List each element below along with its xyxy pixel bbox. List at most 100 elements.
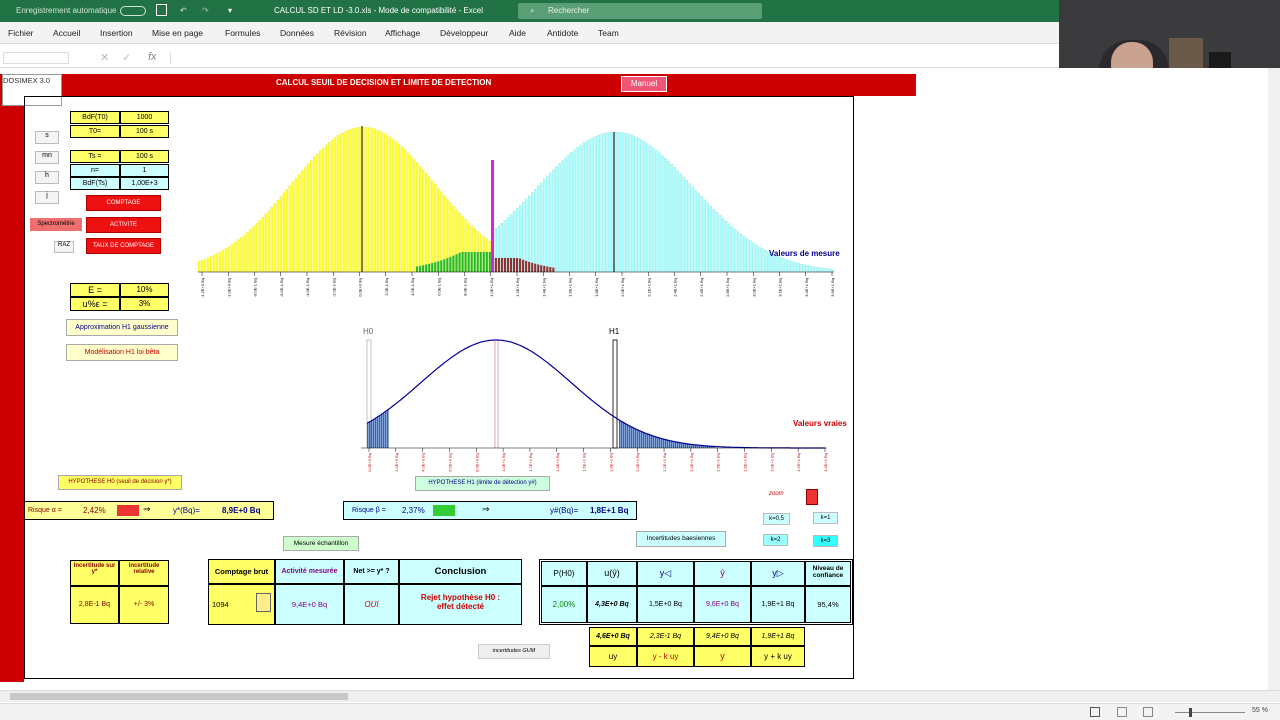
blank-bar-23 <box>267 210 270 273</box>
t2-tick-label-2: 4.0E+0 Bq <box>421 453 426 472</box>
blank-bar-41 <box>322 147 325 273</box>
blank-bar-33 <box>297 174 301 273</box>
blank-bar-156 <box>670 164 673 273</box>
k-3-button[interactable]: k=3 <box>813 535 838 547</box>
tail-bar-28 <box>383 413 385 448</box>
risk-alpha-row: Risque α = 2,42% ⇒ y*(Bq)= 8,9E+0 Bq <box>24 501 274 520</box>
tab-developpeur[interactable]: Développeur <box>440 28 488 38</box>
tab-accueil[interactable]: Accueil <box>53 28 80 38</box>
blank-bar-15 <box>243 234 246 273</box>
banner-title: CALCUL SEUIL DE DECISION ET LIMITE DE DE… <box>276 78 492 87</box>
autosave-label: Enregistrement automatique <box>16 6 117 15</box>
tab-mise-en-page[interactable]: Mise en page <box>152 28 203 38</box>
blank-bar-203 <box>812 266 816 273</box>
spectrometrie-button[interactable]: Spectrométrie <box>30 218 82 231</box>
tab-donnees[interactable]: Données <box>280 28 314 38</box>
tab-aide[interactable]: Aide <box>509 28 526 38</box>
taux-comptage-button[interactable]: TAUX DE COMPTAGE <box>86 238 161 254</box>
k-2-button[interactable]: k=2 <box>763 534 788 546</box>
enter-icon[interactable]: ✓ <box>122 51 131 64</box>
tab-revision[interactable]: Révision <box>334 28 367 38</box>
unit-s-button[interactable]: s <box>35 131 59 144</box>
overlap-bar-77 <box>431 263 434 272</box>
tab-team[interactable]: Team <box>598 28 619 38</box>
bayesian-uncertainty-button[interactable]: Incertitudes baesiennes <box>636 531 726 547</box>
overlap-bar-73 <box>419 265 422 272</box>
function-icon[interactable]: fx <box>148 51 157 63</box>
blank-bar-22 <box>264 213 267 273</box>
risk-alpha-spinner[interactable] <box>117 505 139 516</box>
efficiency-label: E = <box>70 283 120 297</box>
zoom-spinner[interactable] <box>806 489 818 505</box>
efficiency-value[interactable]: 10% <box>120 283 169 297</box>
page-break-icon[interactable] <box>1143 707 1153 717</box>
vertical-scrollbar[interactable] <box>1268 68 1280 690</box>
tick-label-10: 8.0E-1 Bq <box>463 278 468 296</box>
undo-icon[interactable]: ↶ <box>180 0 187 22</box>
blank-bar-40 <box>319 150 322 273</box>
search-input[interactable]: ⌕ Rechercher <box>518 3 762 19</box>
tab-antidote[interactable]: Antidote <box>547 28 578 38</box>
customize-icon[interactable]: ▾ <box>228 0 232 22</box>
tick-label-12: 1.2E+1 Bq <box>515 278 520 297</box>
n-value[interactable]: 1 <box>120 164 169 177</box>
t2-tick-label-7: 1.4E+1 Bq <box>555 453 560 472</box>
gum-uncertainty-button[interactable]: incertitudes GUM <box>478 644 550 659</box>
zoom-slider-thumb[interactable] <box>1189 708 1192 717</box>
left-red-bar <box>0 74 24 682</box>
unit-mn-button[interactable]: mn <box>35 151 59 164</box>
risk-beta-spinner[interactable] <box>433 505 455 516</box>
measurement-chart: -1.2E+0 Bq -1.0E+0 Bq -8.0E-1 Bq -6.0E-1 Bq… <box>197 126 840 298</box>
mesure-echantillon-button[interactable]: Mesure échantillon <box>283 536 359 551</box>
normal-view-icon[interactable] <box>1090 707 1100 717</box>
unit-h-button[interactable]: h <box>35 171 59 184</box>
k-05-button[interactable]: k=0,5 <box>763 513 790 525</box>
formula-bar: ✕ ✓ fx <box>0 48 1060 68</box>
scrollbar-thumb[interactable] <box>10 693 348 700</box>
blank-bar-173 <box>721 218 725 273</box>
t2-tick-label-6: 1.2E+1 Bq <box>528 453 533 472</box>
blank-bar-133 <box>600 133 604 273</box>
tab-fichier[interactable]: Fichier <box>8 28 34 38</box>
formula-input[interactable] <box>170 52 1058 64</box>
blank-bar-132 <box>597 134 600 273</box>
bdf-value[interactable]: 1000 <box>120 111 169 124</box>
tab-formules[interactable]: Formules <box>225 28 260 38</box>
unit-j-button[interactable]: j <box>35 191 59 204</box>
save-icon[interactable] <box>156 4 167 16</box>
status-bar: 55 % <box>0 703 1280 720</box>
k-1-button[interactable]: k=1 <box>813 512 838 524</box>
redo-icon[interactable]: ↷ <box>202 0 209 22</box>
page-layout-icon[interactable] <box>1117 707 1127 717</box>
manual-button[interactable]: Manuel <box>621 76 667 92</box>
horizontal-scrollbar[interactable] <box>0 690 1280 702</box>
hypothesis-h0-button[interactable]: HYPOTHESE H0 (seuil de décision y*) <box>58 475 182 490</box>
approx-gaussian-button[interactable]: Approximation H1 gaussienne <box>66 319 178 336</box>
beta-model-button[interactable]: Modélisation H1 loi bêta <box>66 344 178 361</box>
blank-bar-183 <box>752 242 755 273</box>
gum-v-ylow: 2,3E-1 Bq <box>637 627 694 646</box>
ts-value[interactable]: 100 s <box>120 150 169 163</box>
comptage-spinner[interactable] <box>256 593 271 612</box>
tail-bar-322 <box>677 442 679 448</box>
zoom-slider[interactable] <box>1175 712 1245 713</box>
t0-value[interactable]: 100 s <box>120 125 169 138</box>
risk-beta-label: Risque β = <box>352 507 386 514</box>
name-box[interactable] <box>3 52 69 64</box>
tab-affichage[interactable]: Affichage <box>385 28 420 38</box>
t2-tick-label-15: 3.0E+1 Bq <box>769 453 774 472</box>
cancel-icon[interactable]: ✕ <box>100 51 109 64</box>
overlap-bar-95 <box>485 252 488 272</box>
uncertainty-eff-value[interactable]: 3% <box>120 297 169 311</box>
tail-bar-115 <box>546 266 549 272</box>
blank-bar-18 <box>252 226 255 273</box>
autosave-toggle[interactable] <box>120 6 146 16</box>
hypothesis-h1-button[interactable]: HYPOTHESE H1 (limite de détection y#) <box>415 476 550 491</box>
tail-fill <box>367 410 715 448</box>
raz-button[interactable]: RAZ <box>54 241 74 253</box>
bayes-v-ph0: 2,00% <box>541 586 587 623</box>
comptage-button[interactable]: COMPTAGE <box>86 195 161 211</box>
activite-button[interactable]: ACTIVITE <box>86 217 161 233</box>
tab-insertion[interactable]: Insertion <box>100 28 133 38</box>
true-values-label: Valeurs vraies <box>793 419 847 428</box>
